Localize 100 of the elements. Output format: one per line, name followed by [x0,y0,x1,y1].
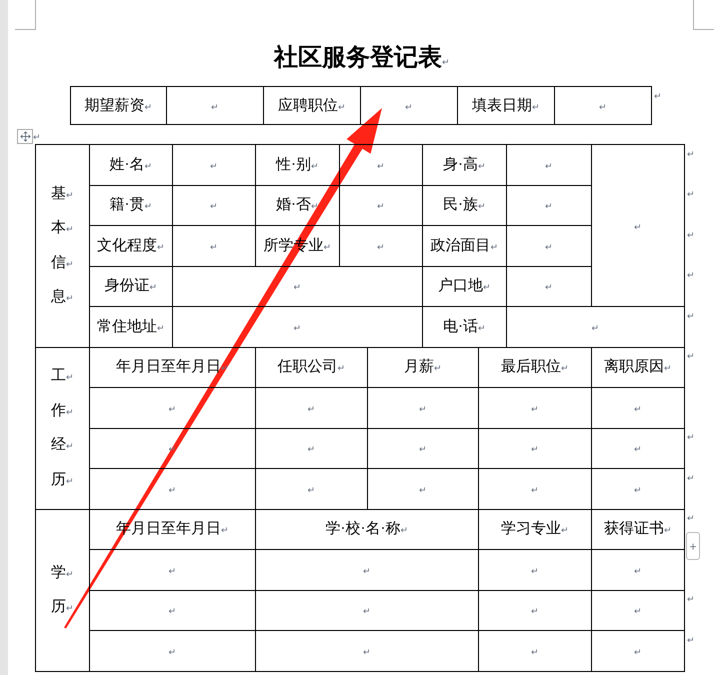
paragraph-mark: ↵ [687,148,695,158]
paragraph-mark: ↵ [687,230,695,240]
paragraph-mark: ↵ [150,282,158,292]
paragraph-mark: ↵ [545,282,553,292]
paragraph-mark: ↵ [405,102,413,112]
paragraph-mark: ↵ [210,201,218,212]
table-move-handle[interactable] [17,129,33,144]
paragraph-mark: ↵ [66,292,74,306]
paragraph-mark: ↵ [478,322,486,333]
paragraph-mark: ↵ [66,188,74,202]
paragraph-mark: ↵ [478,201,486,212]
paragraph-mark: ↵ [168,646,176,657]
cell-label: 常住地址 [97,318,157,335]
section-label: 本 [51,218,66,238]
section-label: 作 [51,402,66,420]
corner-mark [693,0,714,30]
cell-label: 月薪 [404,359,434,376]
paragraph-mark: ↵ [687,189,695,199]
cell-label: 获得证书 [604,521,664,538]
section-label: 历 [51,470,66,490]
paragraph-mark: ↵ [66,258,74,271]
cell-label: 离职原因 [604,359,664,376]
paragraph-mark: ↵ [144,102,152,112]
paragraph-mark: ↵ [545,242,553,252]
paragraph-mark: ↵ [66,440,74,453]
paragraph-mark: ↵ [434,363,442,374]
paragraph-mark: ↵ [687,432,695,442]
paragraph-mark: ↵ [545,201,553,212]
section-label: 经 [51,436,66,455]
section-label: 学 [51,564,66,582]
paragraph-mark: ↵ [144,201,152,212]
paragraph-mark: ↵ [377,160,385,171]
move-icon [20,131,30,142]
paragraph-mark: ↵ [144,160,152,171]
paragraph-mark: ↵ [157,242,165,252]
paragraph-mark: ↵ [308,484,316,495]
paragraph-mark: ↵ [33,130,41,144]
paragraph-mark: ↵ [168,404,176,414]
paragraph-mark: ↵ [400,525,408,536]
section-label: 历 [51,598,66,617]
paragraph-mark: ↵ [442,56,450,69]
cell-label: 身·高 [443,156,478,173]
paragraph-mark: ↵ [664,525,672,536]
cell-label: 婚·否 [276,197,311,214]
paragraph-mark: ↵ [561,525,569,536]
cell-label: 任职公司 [278,359,338,376]
paragraph-mark: ↵ [687,472,695,482]
paragraph-mark: ↵ [294,282,302,292]
paragraph-mark: ↵ [490,242,498,252]
paragraph-mark: ↵ [363,566,371,576]
paragraph-mark: ↵ [531,566,539,576]
paragraph-mark: ↵ [419,444,427,454]
paragraph-mark: ↵ [419,484,427,495]
paragraph-mark: ↵ [592,322,600,333]
paragraph-mark: ↵ [531,444,539,454]
cell-label: 年月日至年月日 [116,359,221,376]
paragraph-mark: ↵ [168,606,176,616]
paragraph-mark: ↵ [664,363,672,374]
paragraph-mark: ↵ [168,484,176,495]
section-label: 工 [51,367,66,386]
paragraph-mark: ↵ [377,201,385,212]
paragraph-mark: ↵ [308,404,316,414]
paragraph-mark: ↵ [654,90,662,100]
paragraph-mark: ↵ [363,606,371,616]
paragraph-mark: ↵ [483,282,491,292]
paragraph-mark: ↵ [211,102,219,112]
cell-label: 学习专业 [501,521,561,538]
paragraph-mark: ↵ [157,322,165,333]
paragraph-mark: ↵ [687,634,695,644]
paragraph-mark: ↵ [687,513,695,523]
paragraph-mark: ↵ [687,594,695,604]
paragraph-mark: ↵ [687,310,695,320]
paragraph-mark: ↵ [311,201,319,212]
paragraph-mark: ↵ [478,160,486,171]
cell-label: 姓·名 [110,156,144,173]
paragraph-mark: ↵ [308,444,316,454]
add-row-button[interactable]: + [686,532,700,560]
paragraph-mark: ↵ [66,474,74,488]
paragraph-mark: ↵ [324,242,332,252]
paragraph-mark: ↵ [531,484,539,495]
paragraph-mark: ↵ [531,606,539,616]
paragraph-mark: ↵ [561,363,569,374]
cell-label: 民·族 [443,197,478,214]
cell-label: 身份证 [104,278,150,294]
cell-label: 政治面目 [430,238,490,254]
paragraph-mark: ↵ [168,566,176,576]
paragraph-mark: ↵ [634,484,642,495]
paragraph-mark: ↵ [545,160,553,171]
paragraph-mark: ↵ [634,606,642,616]
paragraph-mark: ↵ [531,404,539,414]
paragraph-mark: ↵ [294,322,302,333]
paragraph-mark: ↵ [221,525,229,536]
paragraph-mark: ↵ [634,646,642,657]
paragraph-mark: ↵ [66,371,74,384]
paragraph-mark: ↵ [210,160,218,171]
paragraph-mark: ↵ [338,363,346,374]
cell-label: 学·校·名·称 [326,521,400,538]
paragraph-mark: ↵ [687,351,695,361]
paragraph-mark: ↵ [634,404,642,414]
document-title: 社区服务登记表 [274,44,442,73]
